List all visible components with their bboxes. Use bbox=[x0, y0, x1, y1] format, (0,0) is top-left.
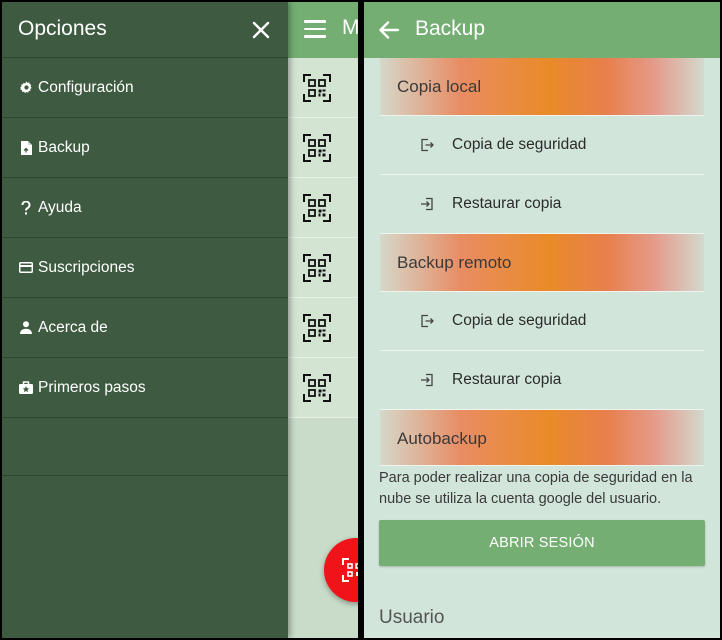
drawer-item-label: Configuración bbox=[38, 78, 134, 96]
local-backup-item[interactable]: Copia de seguridad bbox=[380, 116, 704, 175]
qr-code-icon bbox=[303, 254, 331, 282]
item-label: Copia de seguridad bbox=[452, 136, 587, 153]
item-label: Copia de seguridad bbox=[452, 312, 587, 329]
drawer-item-backup[interactable]: Backup bbox=[2, 118, 288, 178]
list-item[interactable] bbox=[288, 238, 358, 298]
drawer-item-label: Suscripciones bbox=[38, 258, 135, 276]
autobackup-info-text: Para poder realizar una copia de segurid… bbox=[379, 470, 693, 507]
section-title: Autobackup bbox=[397, 429, 487, 448]
export-icon bbox=[421, 138, 434, 152]
qr-code-icon bbox=[303, 194, 331, 222]
drawer-item-primeros-pasos[interactable]: Primeros pasos bbox=[2, 358, 288, 418]
scan-fab-button[interactable] bbox=[324, 538, 358, 602]
drawer-item-suscripciones[interactable]: Suscripciones bbox=[2, 238, 288, 298]
list-item[interactable] bbox=[288, 298, 358, 358]
drawer-item-label: Primeros pasos bbox=[38, 378, 146, 396]
section-title: Copia local bbox=[397, 77, 482, 96]
close-icon[interactable] bbox=[252, 21, 270, 39]
qr-code-icon bbox=[303, 374, 331, 402]
qr-code-icon bbox=[303, 74, 331, 102]
section-header-remote: Backup remoto bbox=[380, 234, 704, 292]
user-label: Usuario bbox=[379, 607, 445, 628]
gear-icon bbox=[19, 81, 33, 95]
qr-scan-icon bbox=[342, 558, 358, 582]
item-label: Restaurar copia bbox=[452, 371, 562, 388]
left-screen: M Opciones Configuración Backup Ayuda Su… bbox=[2, 2, 358, 638]
drawer-item-configuracion[interactable]: Configuración bbox=[2, 58, 288, 118]
file-icon bbox=[19, 140, 33, 155]
drawer-title: Opciones bbox=[18, 17, 107, 40]
section-header-local: Copia local bbox=[380, 58, 704, 116]
list-item[interactable] bbox=[288, 358, 358, 418]
backup-app-bar: Backup bbox=[364, 2, 720, 58]
scan-list bbox=[288, 58, 358, 418]
page-title: Backup bbox=[415, 17, 486, 40]
drawer-item-label: Ayuda bbox=[38, 198, 82, 216]
question-icon bbox=[19, 200, 33, 215]
right-screen: Backup Copia local Copia de seguridad Re… bbox=[364, 2, 720, 638]
briefcase-icon bbox=[19, 381, 33, 395]
export-icon bbox=[421, 314, 434, 328]
person-icon bbox=[19, 321, 33, 335]
drawer-item-acerca-de[interactable]: Acerca de bbox=[2, 298, 288, 358]
drawer-header: Opciones bbox=[2, 2, 288, 58]
list-item[interactable] bbox=[288, 178, 358, 238]
local-restore-item[interactable]: Restaurar copia bbox=[380, 175, 704, 234]
card-icon bbox=[19, 261, 33, 275]
main-app-title: M bbox=[342, 16, 358, 39]
import-icon bbox=[421, 373, 433, 387]
section-title: Backup remoto bbox=[397, 253, 512, 272]
remote-restore-item[interactable]: Restaurar copia bbox=[380, 351, 704, 410]
qr-code-icon bbox=[303, 314, 331, 342]
list-item[interactable] bbox=[288, 118, 358, 178]
login-button[interactable]: ABRIR SESIÓN bbox=[379, 520, 705, 566]
import-icon bbox=[421, 197, 433, 211]
item-label: Restaurar copia bbox=[452, 195, 562, 212]
list-item[interactable] bbox=[288, 58, 358, 118]
drawer-item-label: Backup bbox=[38, 138, 90, 156]
back-arrow-icon[interactable] bbox=[378, 19, 400, 41]
menu-icon[interactable] bbox=[304, 20, 326, 38]
backup-content: Copia local Copia de seguridad Restaurar… bbox=[364, 58, 720, 566]
options-drawer: Opciones Configuración Backup Ayuda Susc… bbox=[2, 2, 288, 638]
drawer-item-ayuda[interactable]: Ayuda bbox=[2, 178, 288, 238]
section-header-autobackup: Autobackup bbox=[380, 410, 704, 466]
drawer-empty-row bbox=[2, 418, 288, 476]
qr-code-icon bbox=[303, 134, 331, 162]
drawer-item-label: Acerca de bbox=[38, 318, 108, 336]
remote-backup-item[interactable]: Copia de seguridad bbox=[380, 292, 704, 351]
